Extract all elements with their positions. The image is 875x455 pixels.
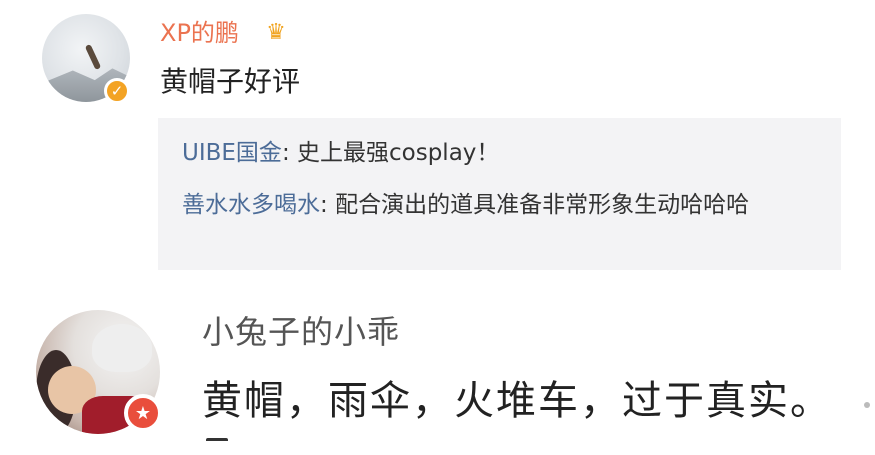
verified-icon: ✓: [104, 78, 130, 104]
comment-text: 黄帽，雨伞，火堆车，过于真实。: [202, 378, 832, 424]
reply-list[interactable]: UIBE国金: 史上最强cosplay！ 善水水多喝水: 配合演出的道具准备非常…: [158, 118, 841, 270]
reply-separator: :: [320, 192, 336, 218]
reply-separator: :: [281, 140, 297, 166]
comment-username[interactable]: 小兔子的小乖: [202, 312, 400, 352]
reply-username[interactable]: UIBE国金: [182, 140, 282, 166]
avatar-hat: [92, 324, 152, 372]
reply-text: 配合演出的道具准备非常形象生动哈哈哈: [335, 192, 750, 218]
comment-item: ★ 小兔子的小乖 黄帽，雨伞，火堆车，过于真实。: [0, 290, 875, 455]
avatar-figure: [84, 43, 102, 71]
reply-item[interactable]: UIBE国金: 史上最强cosplay！: [182, 136, 821, 170]
truncated-text: [206, 438, 228, 448]
reply-item[interactable]: 善水水多喝水: 配合演出的道具准备非常形象生动哈哈哈: [182, 188, 821, 222]
comment-item: ✓ XP的鹏 ♛ 黄帽子好评 UIBE国金: 史上最强cosplay！ 善水水多…: [0, 0, 875, 290]
reply-text: 史上最强cosplay！: [297, 140, 500, 166]
comment-text: 黄帽子好评: [160, 65, 301, 98]
comment-username[interactable]: XP的鹏: [160, 18, 239, 48]
reply-username[interactable]: 善水水多喝水: [182, 192, 320, 218]
star-badge-icon: ★: [124, 394, 162, 432]
crown-icon[interactable]: ♛: [262, 20, 290, 46]
overflow-dot: [864, 402, 870, 408]
